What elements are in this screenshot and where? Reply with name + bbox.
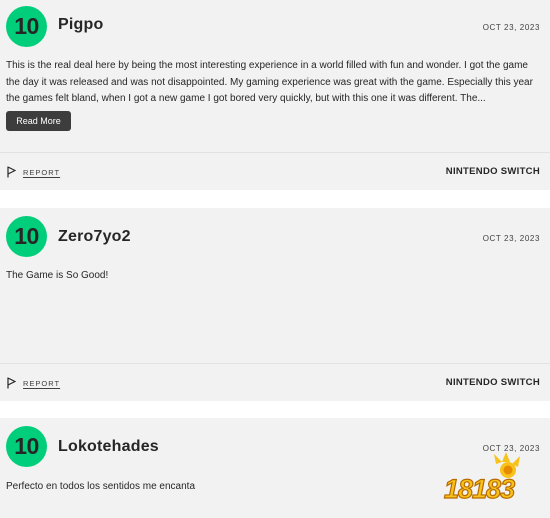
review-card: 10 Zero7yo2 OCT 23, 2023 The Game is So … xyxy=(0,208,550,401)
report-link[interactable]: REPORT xyxy=(7,377,60,389)
score-badge: 10 xyxy=(6,216,47,257)
review-text: The Game is So Good! xyxy=(6,270,109,281)
review-footer: REPORT NINTENDO SWITCH xyxy=(0,363,550,401)
platform-label: NINTENDO SWITCH xyxy=(445,166,540,177)
username[interactable]: Zero7yo2 xyxy=(58,228,131,246)
review-footer: REPORT NINTENDO SWITCH xyxy=(0,152,550,190)
username[interactable]: Pigpo xyxy=(58,16,103,34)
flag-icon xyxy=(7,166,16,178)
review-card: 10 Pigpo OCT 23, 2023 This is the real d… xyxy=(0,0,550,190)
review-date: OCT 23, 2023 xyxy=(482,23,540,32)
review-text: This is the real deal here by being the … xyxy=(6,60,533,104)
platform-label: NINTENDO SWITCH xyxy=(445,377,540,388)
watermark-logo: 18183 xyxy=(440,448,540,508)
score-badge: 10 xyxy=(6,426,47,467)
read-more-button[interactable]: Read More xyxy=(6,111,71,131)
score-badge: 10 xyxy=(6,6,47,47)
review-date: OCT 23, 2023 xyxy=(482,234,540,243)
flag-icon xyxy=(7,377,16,389)
username[interactable]: Lokotehades xyxy=(58,438,159,456)
report-link[interactable]: REPORT xyxy=(7,166,60,178)
report-label[interactable]: REPORT xyxy=(23,168,60,177)
report-label[interactable]: REPORT xyxy=(23,379,60,388)
svg-text:18183: 18183 xyxy=(444,474,515,504)
